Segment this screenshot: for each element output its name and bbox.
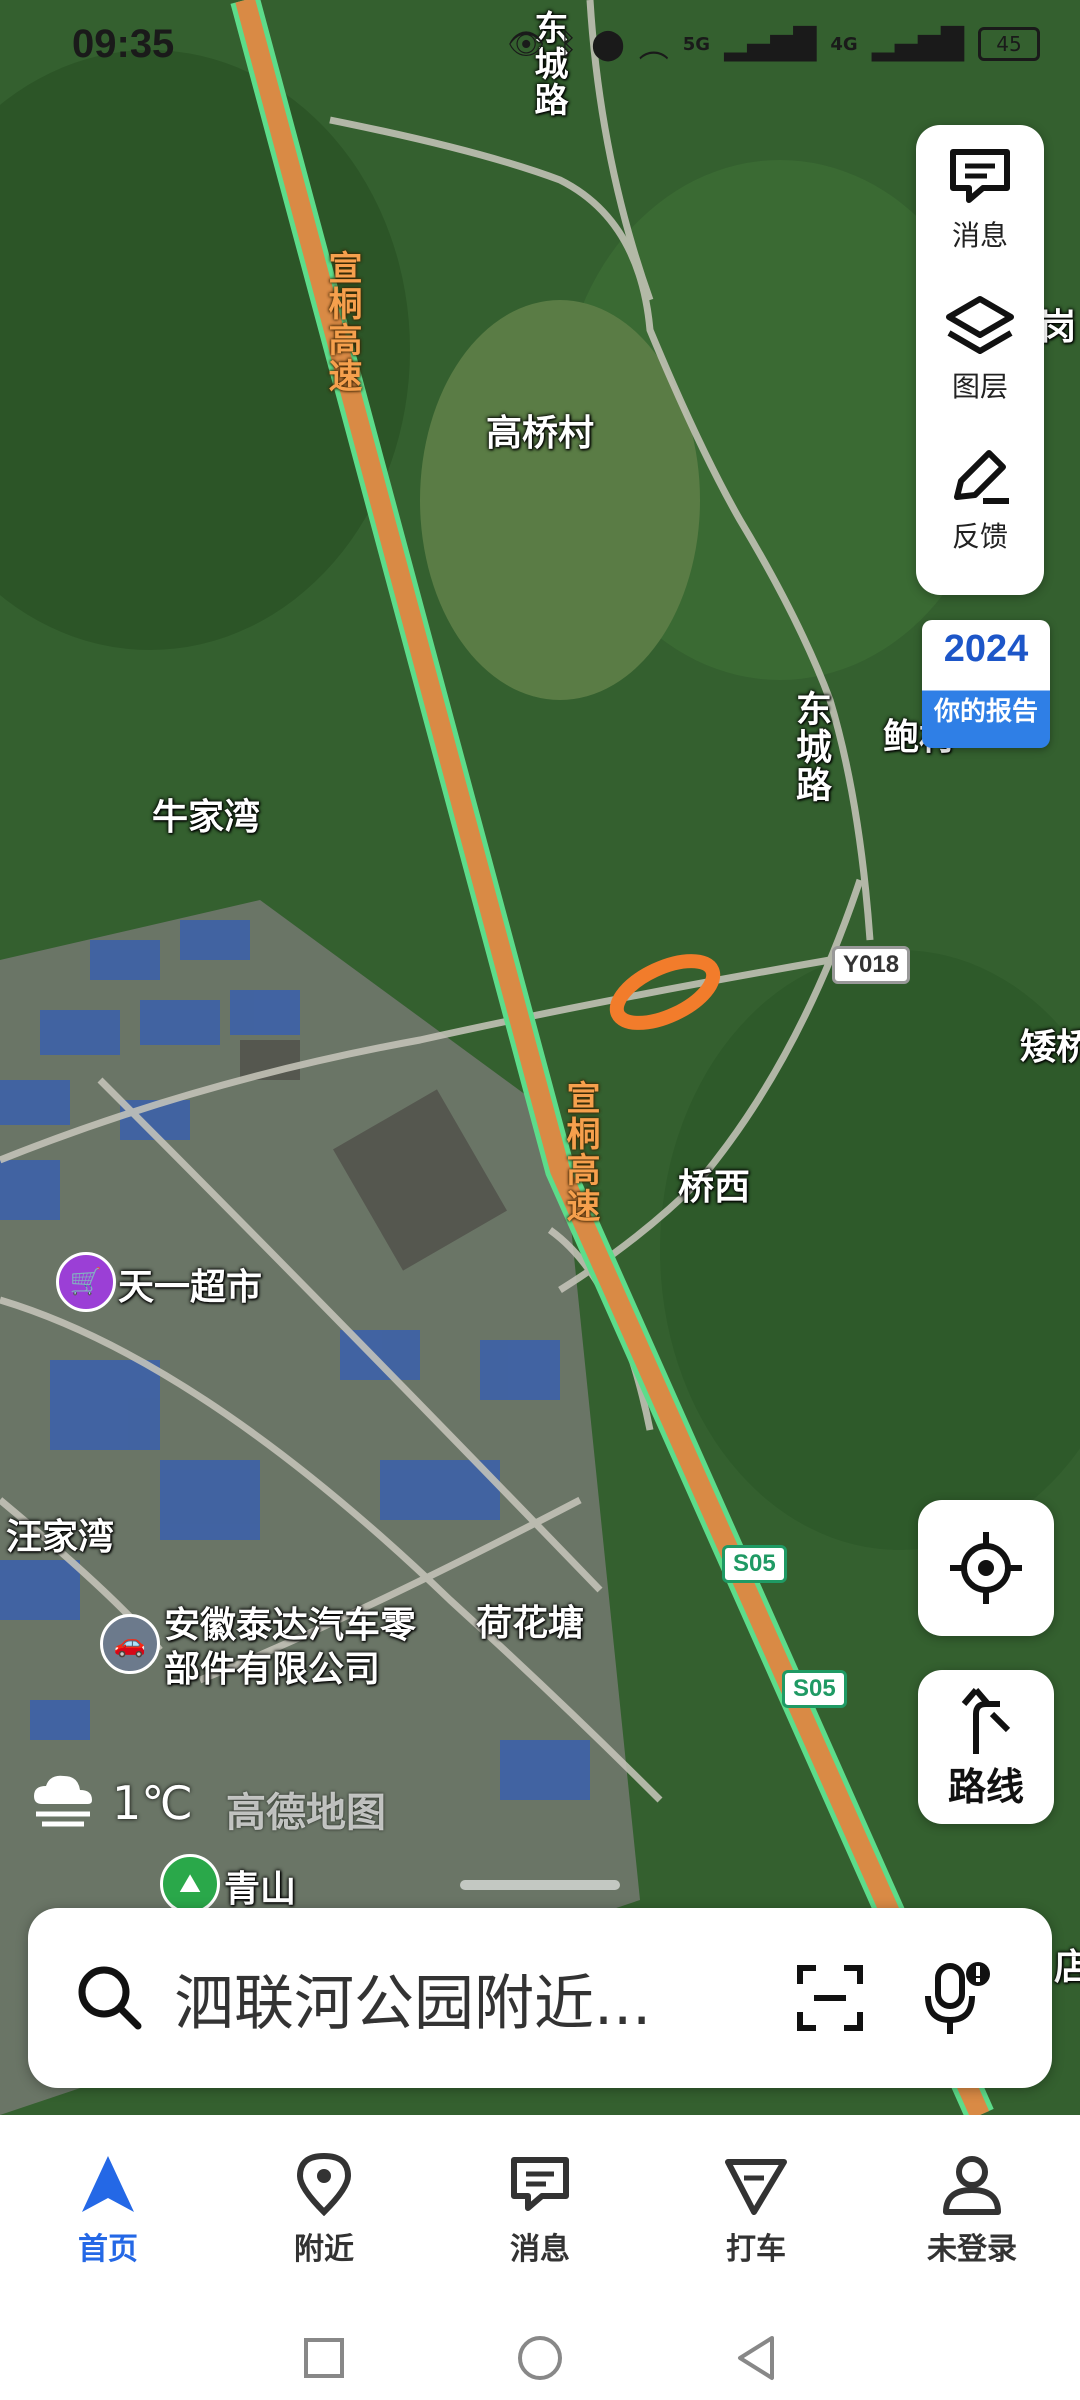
place-label[interactable]: 荷花塘 (476, 1594, 584, 1646)
route-button[interactable]: 路线 (918, 1670, 1054, 1824)
mountain-icon[interactable]: ⛰ (160, 1854, 220, 1914)
tab-label: 消息 (510, 2232, 570, 2267)
recent-apps-icon[interactable] (302, 2336, 346, 2380)
eye-icon: 👁 (507, 26, 546, 62)
crosshair-icon (950, 1532, 1022, 1604)
messages-label: 消息 (951, 219, 1008, 252)
map-tools-panel: 消息 图层 反馈 (916, 125, 1044, 595)
road-shield: S05 (722, 1545, 787, 1583)
tab-nearby[interactable]: 附近 (216, 2115, 432, 2305)
tab-label: 首页 (78, 2232, 138, 2267)
cloud-fog-icon (34, 1775, 92, 1827)
weather-widget[interactable]: 1℃ (28, 1770, 193, 1836)
taxi-arrow-icon (725, 2159, 787, 2215)
user-icon (943, 2156, 1001, 2215)
poi-label[interactable]: 天一超市 (118, 1258, 262, 1310)
status-icons: 👁 ᛒ ⬤ ︵ 5G ▂▄▆█ 4G ▂▄▆█ 45 (507, 22, 1040, 66)
car-icon[interactable]: 🚗 (100, 1614, 160, 1674)
highway-label: 宣桐高速 (560, 1080, 600, 1224)
signal-icon: ▂▄▆█ (724, 26, 817, 62)
tab-taxi[interactable]: 打车 (648, 2115, 864, 2305)
tab-bar: 首页 附近 消息 打车 未登录 (0, 2115, 1080, 2305)
edit-icon (954, 450, 1009, 504)
tab-label: 附近 (294, 2232, 354, 2267)
home-circle-icon[interactable] (516, 2334, 564, 2382)
wifi-icon: ︵ (638, 30, 669, 65)
road-label: 东城路 (790, 690, 831, 804)
layers-label: 图层 (951, 370, 1008, 403)
report-year: 2024 (943, 628, 1029, 670)
poi-label[interactable]: 部件有限公司 (164, 1640, 380, 1692)
place-label[interactable]: 汪家湾 (6, 1508, 114, 1560)
place-label[interactable]: 桥西 (678, 1158, 750, 1210)
tab-label: 未登录 (927, 2232, 1017, 2267)
message-icon (511, 2157, 569, 2211)
messages-button[interactable]: 消息 (916, 125, 1044, 275)
battery-icon: 45 (978, 27, 1040, 61)
tab-home[interactable]: 首页 (0, 2115, 216, 2305)
poi-label[interactable]: 青山 (224, 1860, 296, 1912)
layers-button[interactable]: 图层 (916, 275, 1044, 425)
year-report-badge[interactable]: 2024 你的报告 (922, 620, 1050, 748)
drag-handle[interactable] (460, 1880, 620, 1890)
locate-button[interactable] (918, 1500, 1054, 1636)
layers-icon (946, 296, 1014, 354)
temperature: 1℃ (112, 1776, 193, 1830)
road-shield: S05 (782, 1670, 847, 1708)
signal-icon: ▂▄▆█ (871, 26, 964, 62)
place-label[interactable]: 矮桥 (1020, 1018, 1080, 1070)
location-pin-icon (296, 2152, 352, 2216)
place-label[interactable]: 店 (1054, 1938, 1080, 1990)
tab-profile[interactable]: 未登录 (864, 2115, 1080, 2305)
feedback-label: 反馈 (951, 520, 1008, 553)
location-icon: ⬤ (591, 26, 625, 62)
tab-label: 打车 (726, 2232, 786, 2267)
navigation-arrow-icon (82, 2156, 134, 2212)
system-nav-bar (0, 2315, 1080, 2400)
back-triangle-icon[interactable] (734, 2334, 778, 2382)
map-watermark: 高德地图 (226, 1790, 386, 1836)
message-icon (950, 149, 1010, 203)
route-label: 路线 (947, 1764, 1024, 1809)
bluetooth-icon: ᛒ (559, 26, 578, 62)
bottom-area: 首页 附近 消息 打车 未登录 (0, 2115, 1080, 2400)
signal-label: 5G (682, 33, 711, 55)
search-bar[interactable]: 泗联河公园附近... (28, 1908, 1052, 2088)
place-label[interactable]: 岗 (1040, 298, 1076, 350)
status-bar: 09:35 👁 ᛒ ⬤ ︵ 5G ▂▄▆█ 4G ▂▄▆█ 45 (0, 0, 1080, 100)
highway-label: 宣桐高速 (322, 250, 362, 394)
clock: 09:35 (72, 22, 175, 66)
report-label: 你的报告 (933, 697, 1038, 727)
feedback-button[interactable]: 反馈 (916, 425, 1044, 575)
place-label[interactable]: 高桥村 (486, 404, 594, 456)
search-icon (78, 1966, 142, 2030)
tab-messages[interactable]: 消息 (432, 2115, 648, 2305)
scan-icon[interactable] (794, 1962, 866, 2034)
microphone-icon[interactable] (916, 1958, 996, 2038)
shopping-cart-icon[interactable]: 🛒 (56, 1252, 116, 1312)
route-arrow-icon (961, 1687, 1011, 1754)
place-label[interactable]: 牛家湾 (152, 788, 260, 840)
signal-label: 4G (830, 33, 858, 55)
road-shield: Y018 (832, 946, 911, 984)
search-input[interactable]: 泗联河公园附近... (174, 1955, 764, 2042)
